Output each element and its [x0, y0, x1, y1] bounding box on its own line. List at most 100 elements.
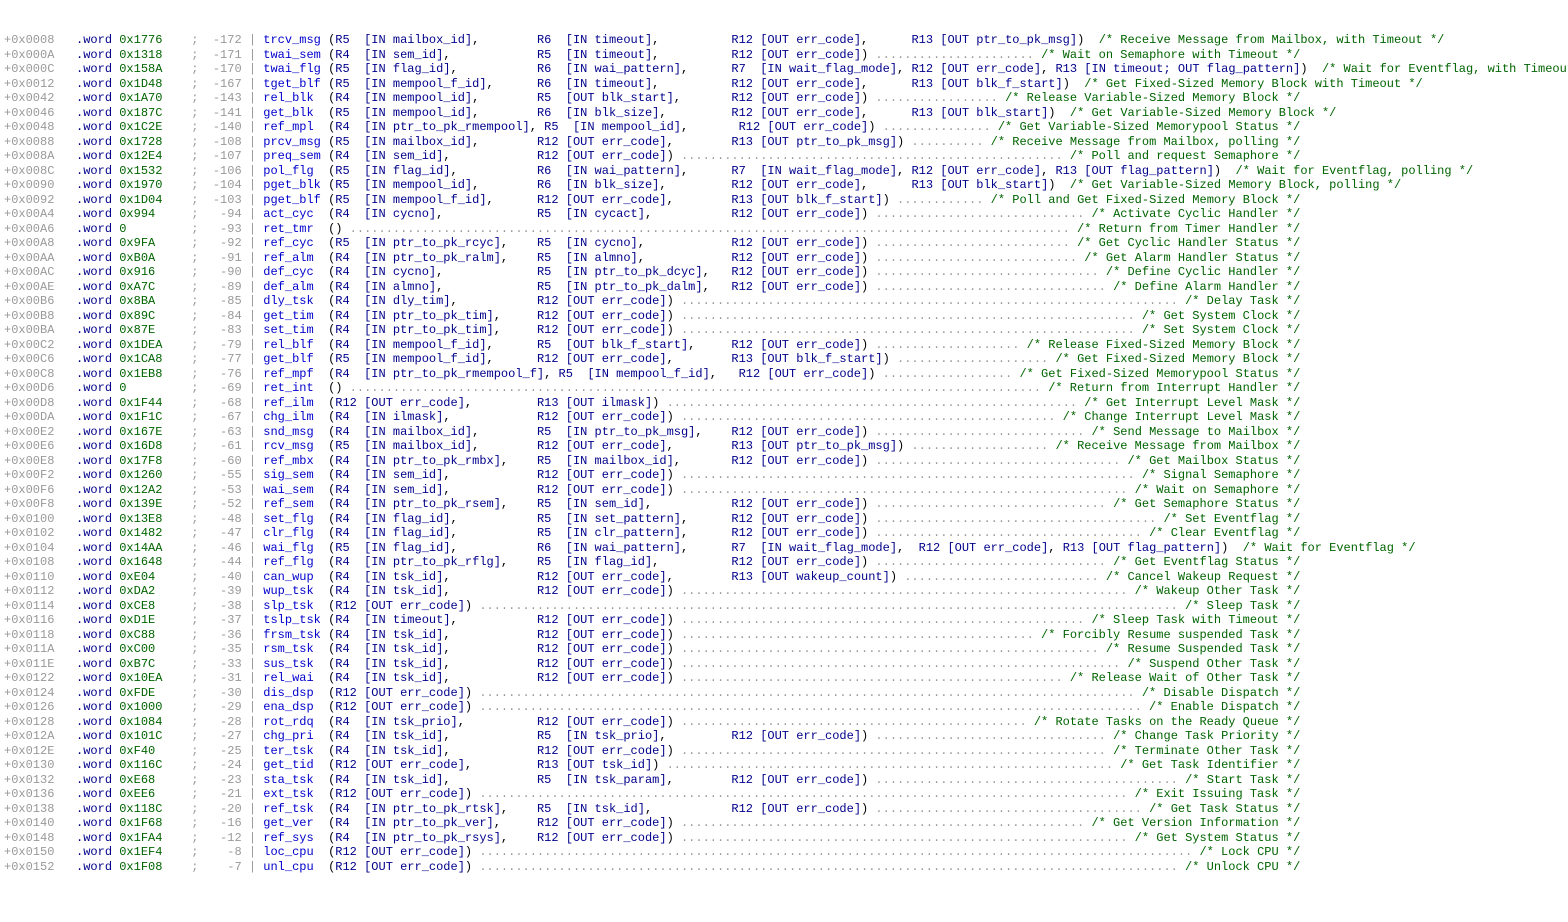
asm-row[interactable]: +0x00BA .word 0x87E ; -83 | set_tim (R4 … [4, 323, 1564, 338]
directive: .word [76, 48, 119, 62]
asm-row[interactable]: +0x0104 .word 0x14AA ; -46 | wai_flg (R5… [4, 541, 1564, 556]
asm-row[interactable]: +0x0140 .word 0x1F68 ; -16 | get_ver (R4… [4, 816, 1564, 831]
asm-row[interactable]: +0x0118 .word 0xC88 ; -36 | frsm_tsk (R4… [4, 628, 1564, 643]
asm-row[interactable]: +0x00E6 .word 0x16D8 ; -61 | rcv_msg (R5… [4, 439, 1564, 454]
filler-dots: ........................................… [674, 628, 1041, 642]
asm-row[interactable]: +0x0116 .word 0xD1E ; -37 | tslp_tsk (R4… [4, 613, 1564, 628]
params: (R4 [IN dly_tim], R12 [OUT err_code]) [328, 294, 674, 308]
hex-value: 0x1648 [119, 555, 191, 569]
hex-value: 0xEE6 [119, 787, 191, 801]
index: ; -55 [191, 468, 249, 482]
index: ; -24 [191, 758, 249, 772]
asm-row[interactable]: +0x0088 .word 0x1728 ; -108 | prcv_msg (… [4, 135, 1564, 150]
function-name: ref_sys [263, 831, 321, 845]
asm-row[interactable]: +0x00C8 .word 0x1EB8 ; -76 | ref_mpf (R4… [4, 367, 1564, 382]
index: ; -38 [191, 599, 249, 613]
asm-row[interactable]: +0x0110 .word 0xE04 ; -40 | can_wup (R4 … [4, 570, 1564, 585]
asm-row[interactable]: +0x00C2 .word 0x1DEA ; -79 | rel_blf (R4… [4, 338, 1564, 353]
asm-row[interactable]: +0x0108 .word 0x1648 ; -44 | ref_flg (R4… [4, 555, 1564, 570]
filler-dots: .......... [904, 135, 990, 149]
asm-row[interactable]: +0x000C .word 0x158A ; -170 | twai_flg (… [4, 62, 1564, 77]
asm-row[interactable]: +0x012E .word 0xF40 ; -25 | ter_tsk (R4 … [4, 744, 1564, 759]
asm-row[interactable]: +0x011E .word 0xB7C ; -33 | sus_tsk (R4 … [4, 657, 1564, 672]
directive: .word [76, 62, 119, 76]
asm-row[interactable]: +0x00DA .word 0x1F1C ; -67 | chg_ilm (R4… [4, 410, 1564, 425]
params: (R4 [IN sem_id], R12 [OUT err_code]) [328, 468, 674, 482]
hex-value: 0xB0A [119, 251, 191, 265]
asm-row[interactable]: +0x00AE .word 0xA7C ; -89 | def_alm (R4 … [4, 280, 1564, 295]
offset: +0x0104 [4, 541, 76, 555]
asm-row[interactable]: +0x00D8 .word 0x1F44 ; -68 | ref_ilm (R1… [4, 396, 1564, 411]
directive: .word [76, 236, 119, 250]
filler-dots [1056, 178, 1070, 192]
comment: /* Get Eventflag Status */ [1113, 555, 1300, 569]
asm-row[interactable]: +0x0122 .word 0x10EA ; -31 | rel_wai (R4… [4, 671, 1564, 686]
params: (R4 [IN mempool_f_id], R5 [OUT blk_f_sta… [328, 338, 868, 352]
asm-row[interactable]: +0x00F2 .word 0x1260 ; -55 | sig_sem (R4… [4, 468, 1564, 483]
separator: | [249, 845, 256, 859]
asm-row[interactable]: +0x0100 .word 0x13E8 ; -48 | set_flg (R4… [4, 512, 1564, 527]
asm-row[interactable]: +0x000A .word 0x1318 ; -171 | twai_sem (… [4, 48, 1564, 63]
comment: /* Enable Dispatch */ [1149, 700, 1300, 714]
asm-row[interactable]: +0x0132 .word 0xE68 ; -23 | sta_tsk (R4 … [4, 773, 1564, 788]
asm-row[interactable]: +0x0090 .word 0x1970 ; -104 | pget_blk (… [4, 178, 1564, 193]
asm-row[interactable]: +0x00A4 .word 0x994 ; -94 | act_cyc (R4 … [4, 207, 1564, 222]
filler-dots: ............................. [868, 425, 1091, 439]
asm-row[interactable]: +0x0136 .word 0xEE6 ; -21 | ext_tsk (R12… [4, 787, 1564, 802]
hex-value: 0x1D48 [119, 77, 191, 91]
asm-row[interactable]: +0x0114 .word 0xCE8 ; -38 | slp_tsk (R12… [4, 599, 1564, 614]
asm-row[interactable]: +0x00A6 .word 0 ; -93 | ret_tmr () .....… [4, 222, 1564, 237]
asm-row[interactable]: +0x00B8 .word 0x89C ; -84 | get_tim (R4 … [4, 309, 1564, 324]
asm-row[interactable]: +0x011A .word 0xC00 ; -35 | rsm_tsk (R4 … [4, 642, 1564, 657]
asm-row[interactable]: +0x008C .word 0x1532 ; -106 | pol_flg (R… [4, 164, 1564, 179]
asm-row[interactable]: +0x00E8 .word 0x17F8 ; -60 | ref_mbx (R4… [4, 454, 1564, 469]
offset: +0x00D6 [4, 381, 76, 395]
asm-row[interactable]: +0x0150 .word 0x1EF4 ; -8 | loc_cpu (R12… [4, 845, 1564, 860]
asm-row[interactable]: +0x00F8 .word 0x139E ; -52 | ref_sem (R4… [4, 497, 1564, 512]
asm-row[interactable]: +0x0124 .word 0xFDE ; -30 | dis_dsp (R12… [4, 686, 1564, 701]
comment: /* Get Variable-Sized Memory Block, poll… [1070, 178, 1401, 192]
comment: /* Cancel Wakeup Request */ [1106, 570, 1300, 584]
asm-row[interactable]: +0x0042 .word 0x1A70 ; -143 | rel_blk (R… [4, 91, 1564, 106]
index: ; -39 [191, 584, 249, 598]
asm-row[interactable]: +0x00AC .word 0x916 ; -90 | def_cyc (R4 … [4, 265, 1564, 280]
asm-row[interactable]: +0x0008 .word 0x1776 ; -172 | trcv_msg (… [4, 33, 1564, 48]
asm-row[interactable]: +0x0012 .word 0x1D48 ; -167 | tget_blf (… [4, 77, 1564, 92]
asm-row[interactable]: +0x0138 .word 0x118C ; -20 | ref_tsk (R4… [4, 802, 1564, 817]
params: (R4 [IN tsk_id], R5 [IN tsk_prio], R12 [… [328, 729, 868, 743]
hex-value: 0x1776 [119, 33, 191, 47]
asm-row[interactable]: +0x00F6 .word 0x12A2 ; -53 | wai_sem (R4… [4, 483, 1564, 498]
asm-row[interactable]: +0x0048 .word 0x1C2E ; -140 | ref_mpl (R… [4, 120, 1564, 135]
asm-row[interactable]: +0x0092 .word 0x1D04 ; -103 | pget_blf (… [4, 193, 1564, 208]
asm-row[interactable]: +0x00AA .word 0xB0A ; -91 | ref_alm (R4 … [4, 251, 1564, 266]
asm-row[interactable]: +0x0152 .word 0x1F08 ; -7 | unl_cpu (R12… [4, 860, 1564, 875]
asm-row[interactable]: +0x0126 .word 0x1000 ; -29 | ena_dsp (R1… [4, 700, 1564, 715]
comment: /* Get System Status */ [1135, 831, 1301, 845]
asm-row[interactable]: +0x012A .word 0x101C ; -27 | chg_pri (R4… [4, 729, 1564, 744]
asm-row[interactable]: +0x0130 .word 0x116C ; -24 | get_tid (R1… [4, 758, 1564, 773]
index: ; -141 [191, 106, 249, 120]
filler-dots: ........................................… [674, 323, 1142, 337]
hex-value: 0x1A70 [119, 91, 191, 105]
separator: | [249, 686, 256, 700]
asm-row[interactable]: +0x0128 .word 0x1084 ; -28 | rot_rdq (R4… [4, 715, 1564, 730]
asm-row[interactable]: +0x008A .word 0x12E4 ; -107 | preq_sem (… [4, 149, 1564, 164]
asm-row[interactable]: +0x0102 .word 0x1482 ; -47 | clr_flg (R4… [4, 526, 1564, 541]
asm-row[interactable]: +0x0046 .word 0x187C ; -141 | get_blk (R… [4, 106, 1564, 121]
directive: .word [76, 265, 119, 279]
asm-row[interactable]: +0x0148 .word 0x1FA4 ; -12 | ref_sys (R4… [4, 831, 1564, 846]
offset: +0x00E8 [4, 454, 76, 468]
separator: | [249, 396, 256, 410]
function-name: rsm_tsk [263, 642, 321, 656]
asm-row[interactable]: +0x00A8 .word 0x9FA ; -92 | ref_cyc (R5 … [4, 236, 1564, 251]
separator: | [249, 48, 256, 62]
params: (R12 [OUT err_code]) [328, 860, 472, 874]
filler-dots: ................................ [868, 729, 1113, 743]
asm-row[interactable]: +0x00C6 .word 0x1CA8 ; -77 | get_blf (R5… [4, 352, 1564, 367]
function-name: dis_dsp [263, 686, 321, 700]
asm-row[interactable]: +0x00E2 .word 0x167E ; -63 | snd_msg (R4… [4, 425, 1564, 440]
asm-row[interactable]: +0x00D6 .word 0 ; -69 | ret_int () .....… [4, 381, 1564, 396]
asm-row[interactable]: +0x00B6 .word 0x8BA ; -85 | dly_tsk (R4 … [4, 294, 1564, 309]
asm-row[interactable]: +0x0112 .word 0xDA2 ; -39 | wup_tsk (R4 … [4, 584, 1564, 599]
params: (R4 [IN tsk_prio], R12 [OUT err_code]) [328, 715, 674, 729]
